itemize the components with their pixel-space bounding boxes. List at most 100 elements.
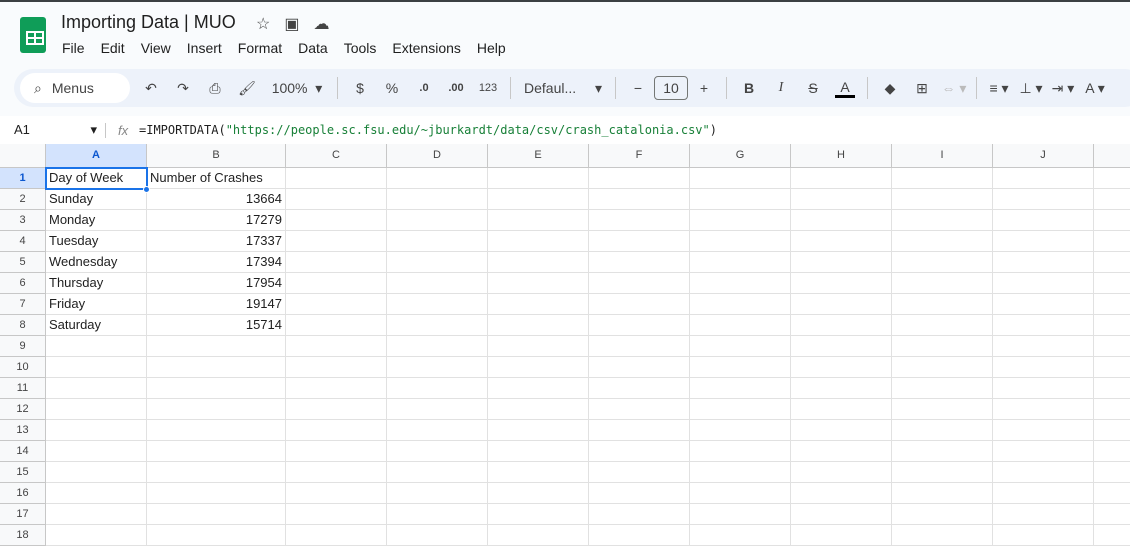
cell[interactable] <box>690 252 791 273</box>
cell[interactable] <box>387 483 488 504</box>
cell[interactable] <box>488 441 589 462</box>
cell[interactable] <box>993 273 1094 294</box>
cell[interactable] <box>387 378 488 399</box>
cell[interactable] <box>993 252 1094 273</box>
cell[interactable] <box>1094 294 1130 315</box>
cell[interactable] <box>488 462 589 483</box>
text-color-icon[interactable]: A <box>835 78 855 98</box>
menu-data[interactable]: Data <box>298 40 328 56</box>
cell[interactable] <box>1094 357 1130 378</box>
cell[interactable] <box>147 441 286 462</box>
cell[interactable] <box>387 420 488 441</box>
cell[interactable] <box>488 210 589 231</box>
row-header-6[interactable]: 6 <box>0 273 46 294</box>
row-header-15[interactable]: 15 <box>0 462 46 483</box>
cell[interactable] <box>892 504 993 525</box>
cell[interactable] <box>46 336 147 357</box>
cell[interactable]: Monday <box>46 210 147 231</box>
cell[interactable]: Friday <box>46 294 147 315</box>
cell[interactable] <box>488 315 589 336</box>
cell[interactable] <box>46 399 147 420</box>
column-header-g[interactable]: G <box>690 144 791 168</box>
cell[interactable] <box>1094 441 1130 462</box>
cell[interactable] <box>147 357 286 378</box>
star-icon[interactable]: ☆ <box>256 14 270 34</box>
cell[interactable] <box>286 294 387 315</box>
cell[interactable] <box>791 273 892 294</box>
cell[interactable] <box>1094 189 1130 210</box>
cell[interactable] <box>993 210 1094 231</box>
cell[interactable] <box>488 378 589 399</box>
more-formats-button[interactable]: 123 <box>473 74 503 102</box>
cell[interactable] <box>993 336 1094 357</box>
cell[interactable] <box>488 189 589 210</box>
row-header-18[interactable]: 18 <box>0 525 46 546</box>
menu-extensions[interactable]: Extensions <box>392 40 460 56</box>
cell[interactable] <box>286 315 387 336</box>
cell[interactable] <box>1094 378 1130 399</box>
cell[interactable] <box>993 441 1094 462</box>
cell[interactable] <box>892 462 993 483</box>
cell[interactable] <box>892 315 993 336</box>
cell[interactable] <box>690 378 791 399</box>
cell[interactable] <box>690 336 791 357</box>
menu-format[interactable]: Format <box>238 40 282 56</box>
currency-button[interactable]: $ <box>345 74 375 102</box>
print-icon[interactable]: ⎙ <box>200 74 230 102</box>
cell[interactable] <box>791 357 892 378</box>
cell[interactable] <box>286 231 387 252</box>
cell[interactable] <box>488 504 589 525</box>
cell[interactable] <box>147 483 286 504</box>
cell[interactable] <box>993 504 1094 525</box>
row-header-12[interactable]: 12 <box>0 399 46 420</box>
cell[interactable] <box>589 525 690 546</box>
font-select[interactable]: Defaul... ▾ <box>518 74 608 102</box>
cell[interactable]: Wednesday <box>46 252 147 273</box>
cell[interactable] <box>286 168 387 189</box>
column-header-a[interactable]: A <box>46 144 147 168</box>
cell[interactable] <box>286 420 387 441</box>
cell[interactable] <box>690 357 791 378</box>
row-header-3[interactable]: 3 <box>0 210 46 231</box>
cell[interactable] <box>488 336 589 357</box>
cell[interactable] <box>892 525 993 546</box>
cell[interactable] <box>286 483 387 504</box>
cell[interactable] <box>46 420 147 441</box>
cell[interactable] <box>993 525 1094 546</box>
cell[interactable] <box>1094 420 1130 441</box>
cell[interactable] <box>387 315 488 336</box>
cell[interactable] <box>892 441 993 462</box>
cell[interactable] <box>892 378 993 399</box>
cell[interactable] <box>993 462 1094 483</box>
menu-insert[interactable]: Insert <box>187 40 222 56</box>
fill-handle[interactable] <box>143 186 150 193</box>
cell[interactable] <box>387 273 488 294</box>
cell[interactable]: 17954 <box>147 273 286 294</box>
cell[interactable] <box>690 189 791 210</box>
cell[interactable] <box>1094 168 1130 189</box>
cell[interactable] <box>690 420 791 441</box>
cell[interactable] <box>46 357 147 378</box>
column-header-j[interactable]: J <box>993 144 1094 168</box>
cell[interactable] <box>892 252 993 273</box>
row-header-5[interactable]: 5 <box>0 252 46 273</box>
cell[interactable] <box>589 294 690 315</box>
spreadsheet-grid[interactable]: A B C D E F G H I J 1 Day of Week Number of Crashes 2… <box>0 144 1130 546</box>
search-menus[interactable]: ⌕ Menus <box>20 73 130 103</box>
column-header-d[interactable]: D <box>387 144 488 168</box>
cell[interactable] <box>589 252 690 273</box>
cell[interactable] <box>791 420 892 441</box>
cell[interactable] <box>387 357 488 378</box>
cell[interactable] <box>993 483 1094 504</box>
cell[interactable] <box>286 252 387 273</box>
cell[interactable] <box>690 315 791 336</box>
cell[interactable] <box>387 210 488 231</box>
cell[interactable] <box>286 504 387 525</box>
percent-button[interactable]: % <box>377 74 407 102</box>
cell[interactable] <box>791 525 892 546</box>
cell[interactable] <box>46 462 147 483</box>
cell[interactable] <box>993 294 1094 315</box>
cell[interactable] <box>286 189 387 210</box>
name-box[interactable]: A1 ▾ <box>0 122 105 138</box>
cell[interactable] <box>488 420 589 441</box>
